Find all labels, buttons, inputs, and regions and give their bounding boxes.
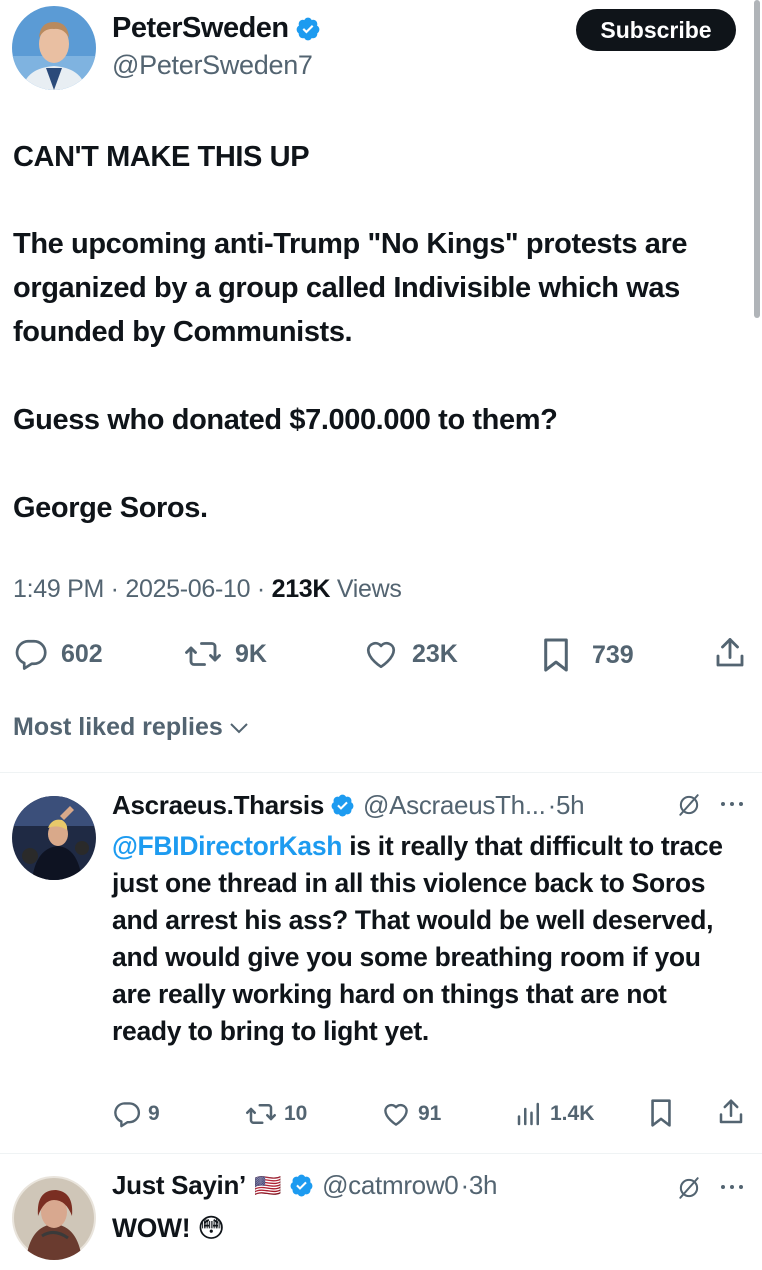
- reply-time[interactable]: 5h: [556, 790, 585, 821]
- tweet-time[interactable]: 1:49 PM: [13, 575, 104, 603]
- reply-author-name[interactable]: Ascraeus.Tharsis: [112, 790, 324, 821]
- more-icon: [718, 792, 746, 816]
- repost-count: 9K: [235, 639, 267, 668]
- like-count: 91: [418, 1102, 442, 1125]
- reply-text: WOW! 😳: [112, 1213, 225, 1243]
- like-button[interactable]: 23K: [362, 636, 458, 672]
- reply-author-handle[interactable]: @catmrow0: [322, 1170, 459, 1201]
- tweet-date[interactable]: 2025-06-10: [125, 575, 250, 603]
- reply-like-button[interactable]: 91: [380, 1099, 441, 1129]
- separator-dot: ·: [110, 575, 119, 603]
- separator-dot: ·: [460, 1170, 469, 1200]
- reply-author-name[interactable]: Just Sayin’: [112, 1170, 246, 1201]
- scrollbar[interactable]: [754, 0, 760, 318]
- reply-views-button[interactable]: 1.4K: [514, 1099, 594, 1129]
- chevron-down-icon: [229, 721, 249, 735]
- verified-badge-icon: [295, 16, 321, 42]
- reply-text: @FBIDirectorKash is it really that diffi…: [112, 828, 742, 1050]
- bookmark-icon: [540, 636, 572, 674]
- subscribe-button[interactable]: Subscribe: [576, 9, 736, 51]
- reply-avatar[interactable]: [12, 1176, 96, 1260]
- views-label: Views: [336, 575, 402, 603]
- replies-sort-label: Most liked replies: [13, 713, 223, 741]
- replies-sort-dropdown[interactable]: Most liked replies: [13, 713, 249, 742]
- us-flag-emoji: 🇺🇸: [253, 1172, 282, 1198]
- like-icon: [362, 636, 400, 672]
- tweet-meta: 1:49 PM · 2025-06-10 · 213K Views: [13, 575, 402, 604]
- reply-count: 602: [61, 639, 103, 668]
- share-icon: [712, 634, 748, 672]
- bookmark-count: 739: [592, 640, 634, 669]
- reply-reply-button[interactable]: 9: [112, 1099, 160, 1129]
- like-count: 23K: [412, 639, 458, 668]
- reply-header: Ascraeus.Tharsis @AscraeusTh... · 5h: [112, 790, 585, 821]
- reply-button[interactable]: 602: [13, 636, 103, 672]
- grok-icon: [676, 792, 702, 818]
- grok-icon: [676, 1175, 702, 1201]
- reply-avatar[interactable]: [12, 796, 96, 880]
- more-button[interactable]: [718, 792, 746, 816]
- reply-share-button[interactable]: [716, 1096, 746, 1128]
- bookmark-button[interactable]: 739: [540, 636, 634, 674]
- author-handle[interactable]: @PeterSweden7: [112, 50, 313, 81]
- more-icon: [718, 1175, 746, 1199]
- reply-icon: [112, 1099, 142, 1129]
- tweet-text-paragraph-2: The upcoming anti-Trump "No Kings" prote…: [13, 228, 688, 348]
- reply-repost-button[interactable]: 10: [244, 1099, 307, 1129]
- bookmark-icon: [648, 1097, 674, 1129]
- tweet-text-paragraph-4: George Soros.: [13, 492, 208, 524]
- author-name-row[interactable]: PeterSweden: [112, 12, 321, 45]
- repost-icon: [244, 1099, 278, 1129]
- tweet-text-line-1: CAN'T MAKE THIS UP: [13, 141, 310, 173]
- reply-time[interactable]: 3h: [469, 1170, 498, 1201]
- reply-icon: [13, 636, 49, 672]
- divider: [0, 772, 762, 773]
- views-count: 213K: [271, 575, 331, 603]
- grok-button[interactable]: [676, 792, 702, 818]
- tweet-text-paragraph-3: Guess who donated $7.000.000 to them?: [13, 404, 558, 436]
- like-icon: [380, 1099, 412, 1129]
- verified-badge-icon: [289, 1173, 314, 1198]
- repost-button[interactable]: 9K: [183, 636, 267, 672]
- reply-count: 9: [148, 1102, 160, 1125]
- repost-count: 10: [284, 1102, 308, 1125]
- author-avatar[interactable]: [12, 6, 96, 90]
- grok-button[interactable]: [676, 1175, 702, 1201]
- share-icon: [716, 1096, 746, 1128]
- reply-bookmark-button[interactable]: [648, 1097, 674, 1129]
- views-count: 1.4K: [550, 1102, 595, 1125]
- separator-dot: ·: [547, 790, 557, 820]
- more-button[interactable]: [718, 1175, 746, 1199]
- views-icon: [514, 1099, 544, 1129]
- tweet-actions: 602 9K 23K 739: [0, 632, 762, 676]
- separator-dot: ·: [256, 575, 265, 603]
- verified-badge-icon: [330, 793, 355, 818]
- mention-link[interactable]: @FBIDirectorKash: [112, 831, 342, 861]
- author-name[interactable]: PeterSweden: [112, 12, 289, 45]
- share-button[interactable]: [712, 634, 748, 672]
- reply-body: is it really that difficult to trace jus…: [112, 831, 723, 1046]
- divider: [0, 1153, 762, 1154]
- repost-icon: [183, 636, 223, 672]
- reply-header: Just Sayin’ 🇺🇸 @catmrow0 · 3h: [112, 1170, 497, 1201]
- reply-author-handle[interactable]: @AscraeusTh...: [363, 790, 546, 821]
